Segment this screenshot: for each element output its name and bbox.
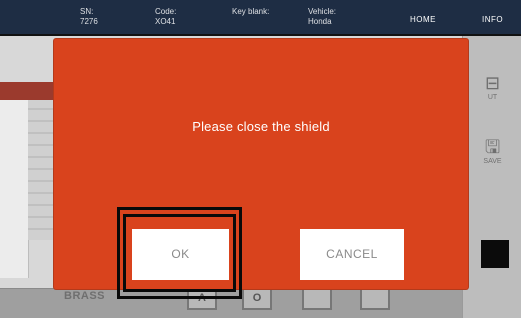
status-indicator: [481, 240, 509, 268]
alert-dialog: Please close the shield OK CANCEL: [54, 39, 468, 289]
bottom-key-o[interactable]: O: [242, 286, 272, 310]
key-preview-panel: [0, 82, 29, 278]
header-field-label: Vehicle:: [308, 7, 337, 16]
selection-band: [0, 82, 54, 100]
header-field-label: SN:: [80, 7, 94, 16]
header-field-value: 7276: [80, 17, 98, 26]
key-profile-pattern: [28, 100, 54, 240]
bottom-key-4[interactable]: [360, 286, 390, 310]
header-field-code: Code: XO41: [155, 7, 176, 27]
header-bar: SN: 7276 Code: XO41 Key blank: Vehicle: …: [0, 0, 521, 36]
header-field-sn: SN: 7276: [80, 7, 98, 27]
save-button[interactable]: 🖫 SAVE: [469, 136, 516, 165]
bottom-key-3[interactable]: [302, 286, 332, 310]
home-button[interactable]: HOME: [410, 15, 436, 24]
save-label: SAVE: [483, 158, 502, 165]
side-toolbar-label: UT: [487, 94, 498, 101]
material-label: BRASS: [64, 290, 106, 302]
save-icon: 🖫: [484, 137, 501, 157]
header-field-vehicle: Vehicle: Honda: [308, 7, 336, 27]
header-field-key-blank: Key blank:: [232, 7, 269, 17]
machine-screen: SN: 7276 Code: XO41 Key blank: Vehicle: …: [0, 0, 521, 318]
cut-icon: ⊟: [484, 73, 501, 93]
ok-button[interactable]: OK: [132, 229, 229, 280]
side-toolbar: ⊟ UT 🖫 SAVE: [462, 36, 521, 318]
info-button[interactable]: INFO: [482, 15, 503, 24]
header-field-label: Code:: [155, 7, 177, 16]
side-toolbar-item-cut[interactable]: ⊟ UT: [469, 72, 516, 101]
header-field-label: Key blank:: [232, 7, 270, 16]
header-field-value: XO41: [155, 17, 176, 26]
cancel-button[interactable]: CANCEL: [300, 229, 404, 280]
bottom-key-a[interactable]: A: [187, 286, 217, 310]
header-field-value: Honda: [308, 17, 332, 26]
dialog-message: Please close the shield: [192, 119, 330, 134]
